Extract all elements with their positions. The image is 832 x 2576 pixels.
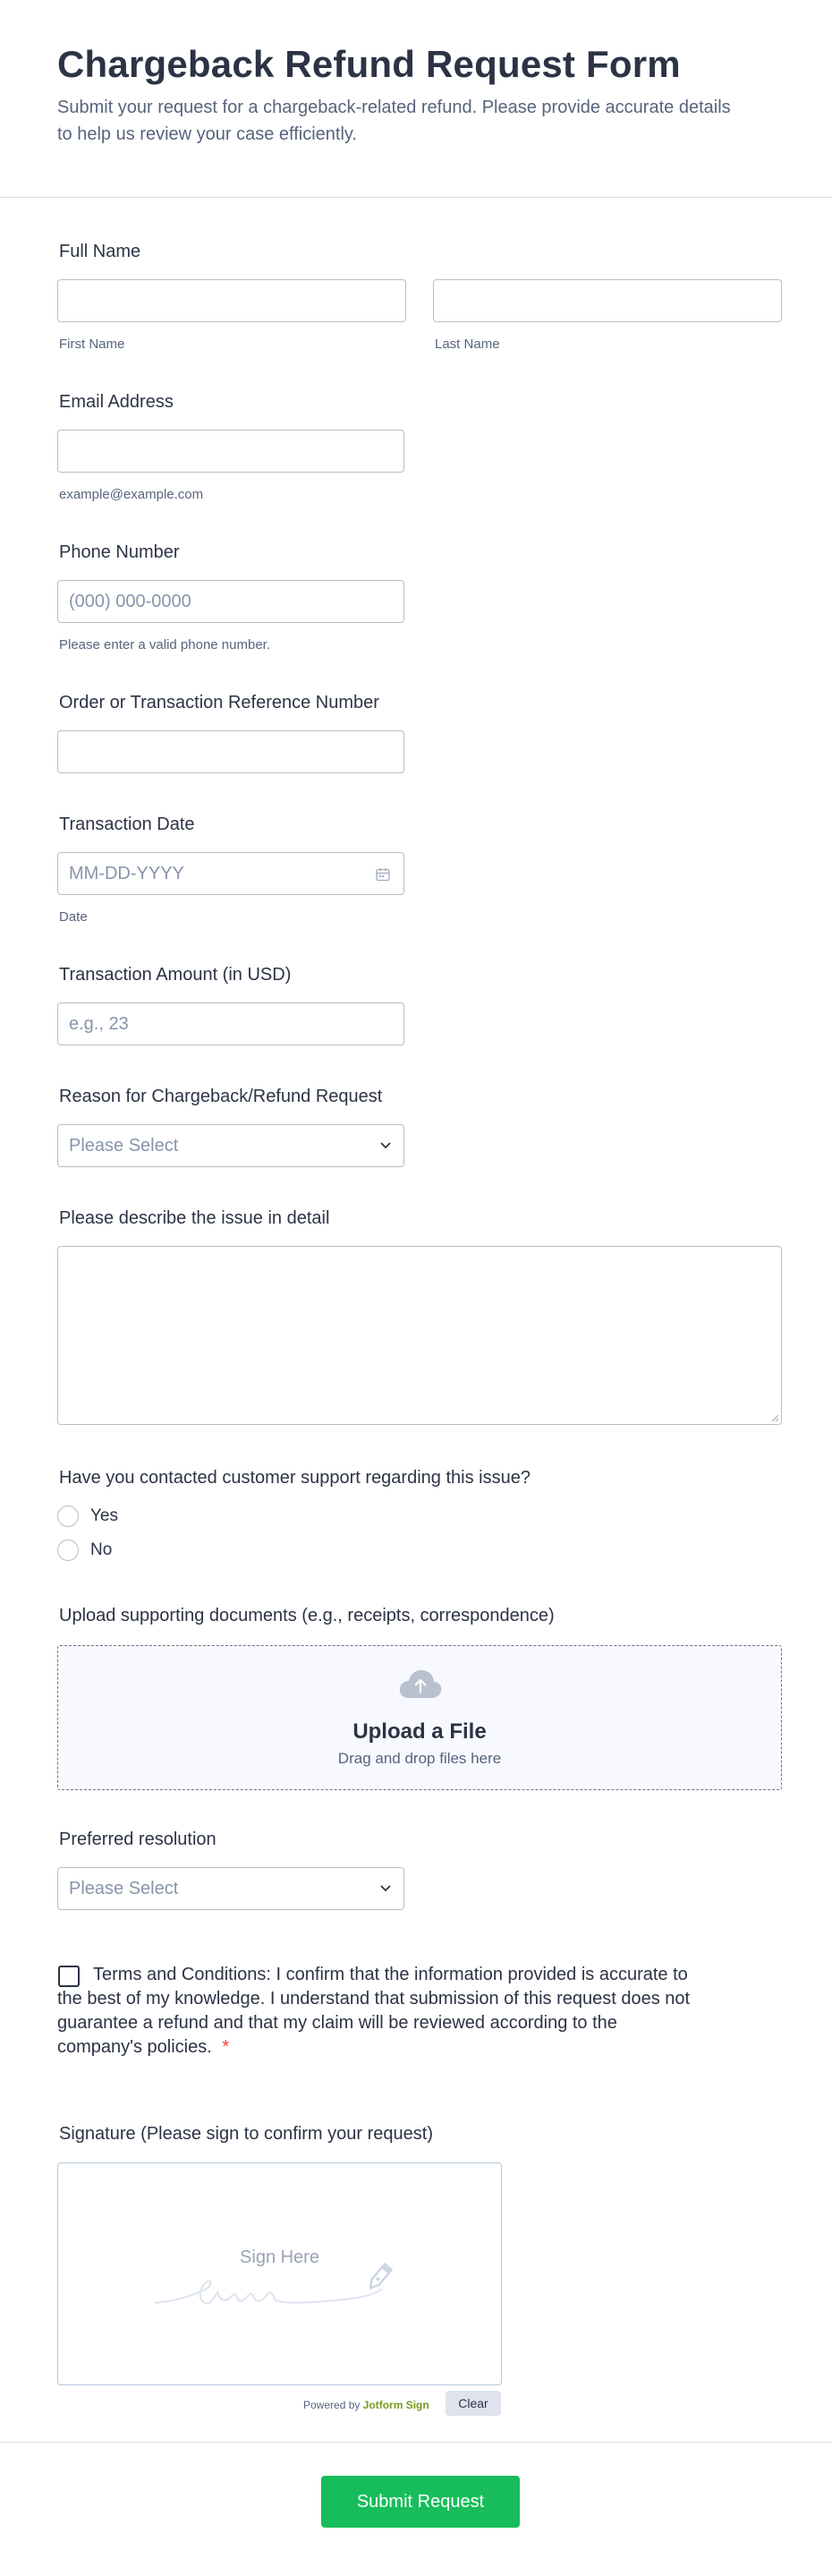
email-label: Email Address [59, 392, 174, 412]
chevron-down-icon [380, 1885, 391, 1892]
transaction-date-label: Transaction Date [59, 815, 195, 834]
phone-label: Phone Number [59, 542, 180, 562]
upload-label: Upload supporting documents (e.g., recei… [59, 1606, 555, 1625]
signature-label: Signature (Please sign to confirm your r… [59, 2124, 433, 2144]
phone-input[interactable]: (000) 000-0000 [57, 580, 404, 623]
last-name-input[interactable] [433, 279, 782, 322]
footer-divider [0, 2442, 832, 2443]
powered-by-text: Powered by [303, 2399, 361, 2411]
description-textarea[interactable] [57, 1246, 782, 1425]
terms-text: Terms and Conditions: I confirm that the… [57, 1963, 701, 2060]
upload-subtitle: Drag and drop files here [337, 1750, 502, 1767]
terms-label: Terms and Conditions: I confirm that the… [57, 1965, 691, 2057]
order-ref-label: Order or Transaction Reference Number [59, 693, 379, 712]
header-divider [0, 197, 832, 198]
page-subtitle: Submit your request for a chargeback-rel… [57, 98, 731, 144]
signature-placeholder: Sign Here [240, 2248, 319, 2267]
resolution-selected-value: Please Select [69, 1879, 179, 1898]
powered-by: Powered by Jotform Sign [303, 2399, 429, 2411]
radio-yes[interactable] [57, 1506, 79, 1527]
radio-no[interactable] [57, 1540, 79, 1561]
first-name-input[interactable] [57, 279, 406, 322]
order-ref-input[interactable] [57, 730, 404, 773]
radio-no-label[interactable]: No [90, 1540, 112, 1560]
reason-select[interactable]: Please Select [57, 1124, 404, 1167]
clear-signature-button[interactable]: Clear [446, 2391, 501, 2416]
first-name-sublabel: First Name [59, 337, 125, 352]
cloud-upload-icon [399, 1670, 442, 1698]
upload-title: Upload a File [352, 1719, 487, 1744]
transaction-date-input[interactable]: MM-DD-YYYY [57, 852, 404, 895]
description-label: Please describe the issue in detail [59, 1208, 330, 1228]
phone-sublabel: Please enter a valid phone number. [59, 637, 270, 653]
calendar-icon[interactable] [375, 866, 391, 883]
resolution-select[interactable]: Please Select [57, 1867, 404, 1910]
reason-label: Reason for Chargeback/Refund Request [59, 1087, 383, 1106]
required-mark: * [222, 2037, 230, 2057]
jotform-sign-brand[interactable]: Jotform Sign [363, 2399, 429, 2411]
amount-input[interactable]: e.g., 23 [57, 1002, 404, 1045]
reason-selected-value: Please Select [69, 1136, 179, 1156]
email-input[interactable] [57, 430, 404, 473]
page-title: Chargeback Refund Request Form [57, 43, 681, 85]
contacted-support-label: Have you contacted customer support rega… [59, 1468, 531, 1488]
last-name-sublabel: Last Name [435, 337, 500, 352]
amount-label: Transaction Amount (in USD) [59, 965, 292, 985]
radio-yes-label[interactable]: Yes [90, 1506, 118, 1526]
chevron-down-icon [380, 1142, 391, 1149]
resize-handle-icon[interactable] [770, 1413, 779, 1422]
transaction-date-placeholder: MM-DD-YYYY [69, 864, 184, 883]
email-sublabel: example@example.com [59, 487, 204, 502]
upload-dropzone[interactable]: Upload a File Drag and drop files here [57, 1645, 782, 1790]
resolution-label: Preferred resolution [59, 1830, 216, 1849]
full-name-label: Full Name [59, 242, 141, 261]
signature-pad[interactable]: Sign Here [57, 2162, 502, 2385]
submit-button[interactable]: Submit Request [321, 2476, 520, 2528]
transaction-date-sublabel: Date [59, 909, 88, 925]
